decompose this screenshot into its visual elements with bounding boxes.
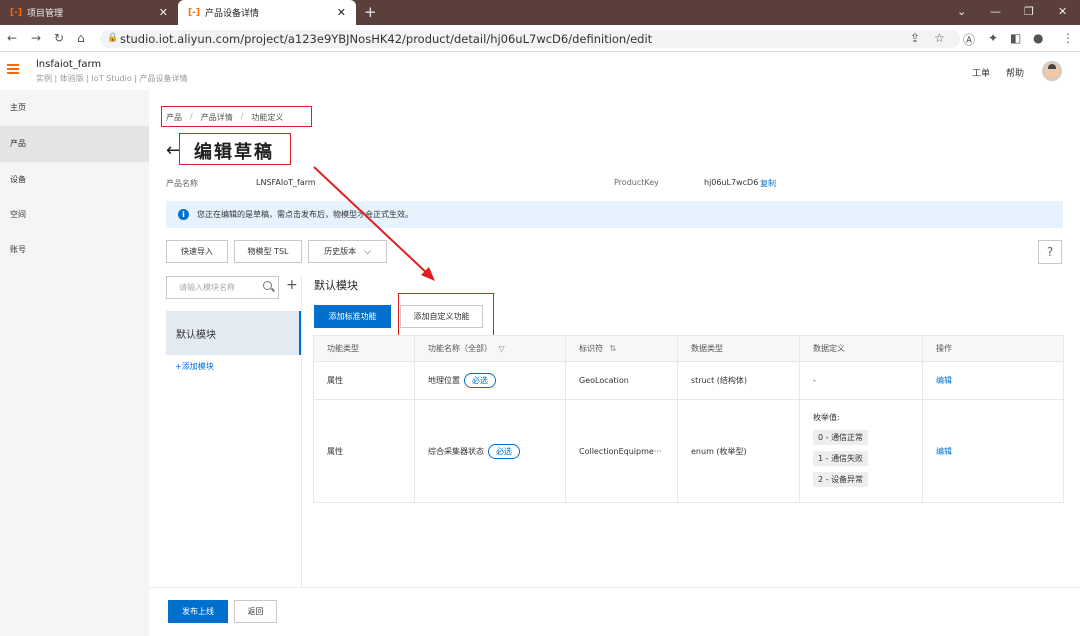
close-icon[interactable]: ✕ xyxy=(337,6,346,19)
app-subtitle: 实例 | 体验版 | IoT Studio | 产品设备详情 xyxy=(36,74,188,83)
bookmark-star-icon[interactable]: ☆ xyxy=(934,31,945,45)
window-close-icon[interactable]: ✕ xyxy=(1058,5,1067,18)
main-content: 产品 / 产品详情 / 功能定义 ← 编辑草稿 产品名称 LNSFAIoT_fa… xyxy=(149,90,1080,636)
browser-menu-icon[interactable]: ⋮ xyxy=(1062,31,1074,45)
tab-title: 项目管理 xyxy=(26,9,63,19)
tab-product-device-detail[interactable]: [-] 产品设备详情 ✕ xyxy=(178,0,356,25)
menu-icon[interactable] xyxy=(7,64,19,74)
close-icon[interactable]: ✕ xyxy=(159,6,168,19)
reload-icon[interactable]: ↻ xyxy=(54,31,64,45)
address-bar: ← → ↻ ⌂ 🔒 studio.iot.aliyun.com/project/… xyxy=(0,25,1080,52)
sidebar-item-products[interactable]: 产品 xyxy=(0,126,149,162)
restore-icon[interactable]: ❐ xyxy=(1024,5,1034,18)
sidebar-item-accounts[interactable]: 账号 xyxy=(0,232,149,268)
tab-title: 产品设备详情 xyxy=(204,9,259,19)
annotation-arrow-line xyxy=(313,166,431,277)
annotation-arrow xyxy=(313,166,435,281)
back-icon[interactable]: ← xyxy=(7,31,17,45)
side-panel-icon[interactable]: ◧ xyxy=(1010,31,1021,45)
profile-icon[interactable]: ● xyxy=(1033,31,1043,45)
home-icon[interactable]: ⌂ xyxy=(77,31,85,45)
sidebar-item-spaces[interactable]: 空间 xyxy=(0,197,149,233)
tab-project-management[interactable]: [-] 项目管理 ✕ xyxy=(0,0,178,25)
lock-icon: 🔒 xyxy=(107,33,119,43)
extension-profile-icon[interactable]: Ⓐ xyxy=(963,31,975,48)
app-header: lnsfaiot_farm 实例 | 体验版 | IoT Studio | 产品… xyxy=(0,52,1080,90)
header-link-help[interactable]: 帮助 xyxy=(1006,66,1024,79)
aliyun-logo-icon: [-] xyxy=(10,7,22,18)
app-name: lnsfaiot_farm xyxy=(36,59,102,70)
avatar[interactable] xyxy=(1042,61,1062,81)
tab-search-icon[interactable]: ⌄ xyxy=(957,5,966,18)
extensions-icon[interactable]: ✦ xyxy=(988,31,998,45)
share-icon[interactable]: ⇪ xyxy=(910,31,920,45)
new-tab-icon[interactable]: + xyxy=(364,3,377,21)
sidebar-item-devices[interactable]: 设备 xyxy=(0,162,149,198)
aliyun-logo-icon: [-] xyxy=(188,7,200,18)
url-field[interactable]: 🔒 studio.iot.aliyun.com/project/a123e9YB… xyxy=(100,30,960,48)
header-link-ticket[interactable]: 工单 xyxy=(972,66,990,79)
sidebar: 主页 产品 设备 空间 账号 xyxy=(0,90,149,636)
forward-icon[interactable]: → xyxy=(31,31,41,45)
url-text: studio.iot.aliyun.com/project/a123e9YBJN… xyxy=(120,32,653,46)
browser-tab-bar: [-] 项目管理 ✕ [-] 产品设备详情 ✕ + ⌄ — ❐ ✕ xyxy=(0,0,1080,25)
minimize-icon[interactable]: — xyxy=(990,5,1001,18)
sidebar-item-home[interactable]: 主页 xyxy=(0,90,149,126)
